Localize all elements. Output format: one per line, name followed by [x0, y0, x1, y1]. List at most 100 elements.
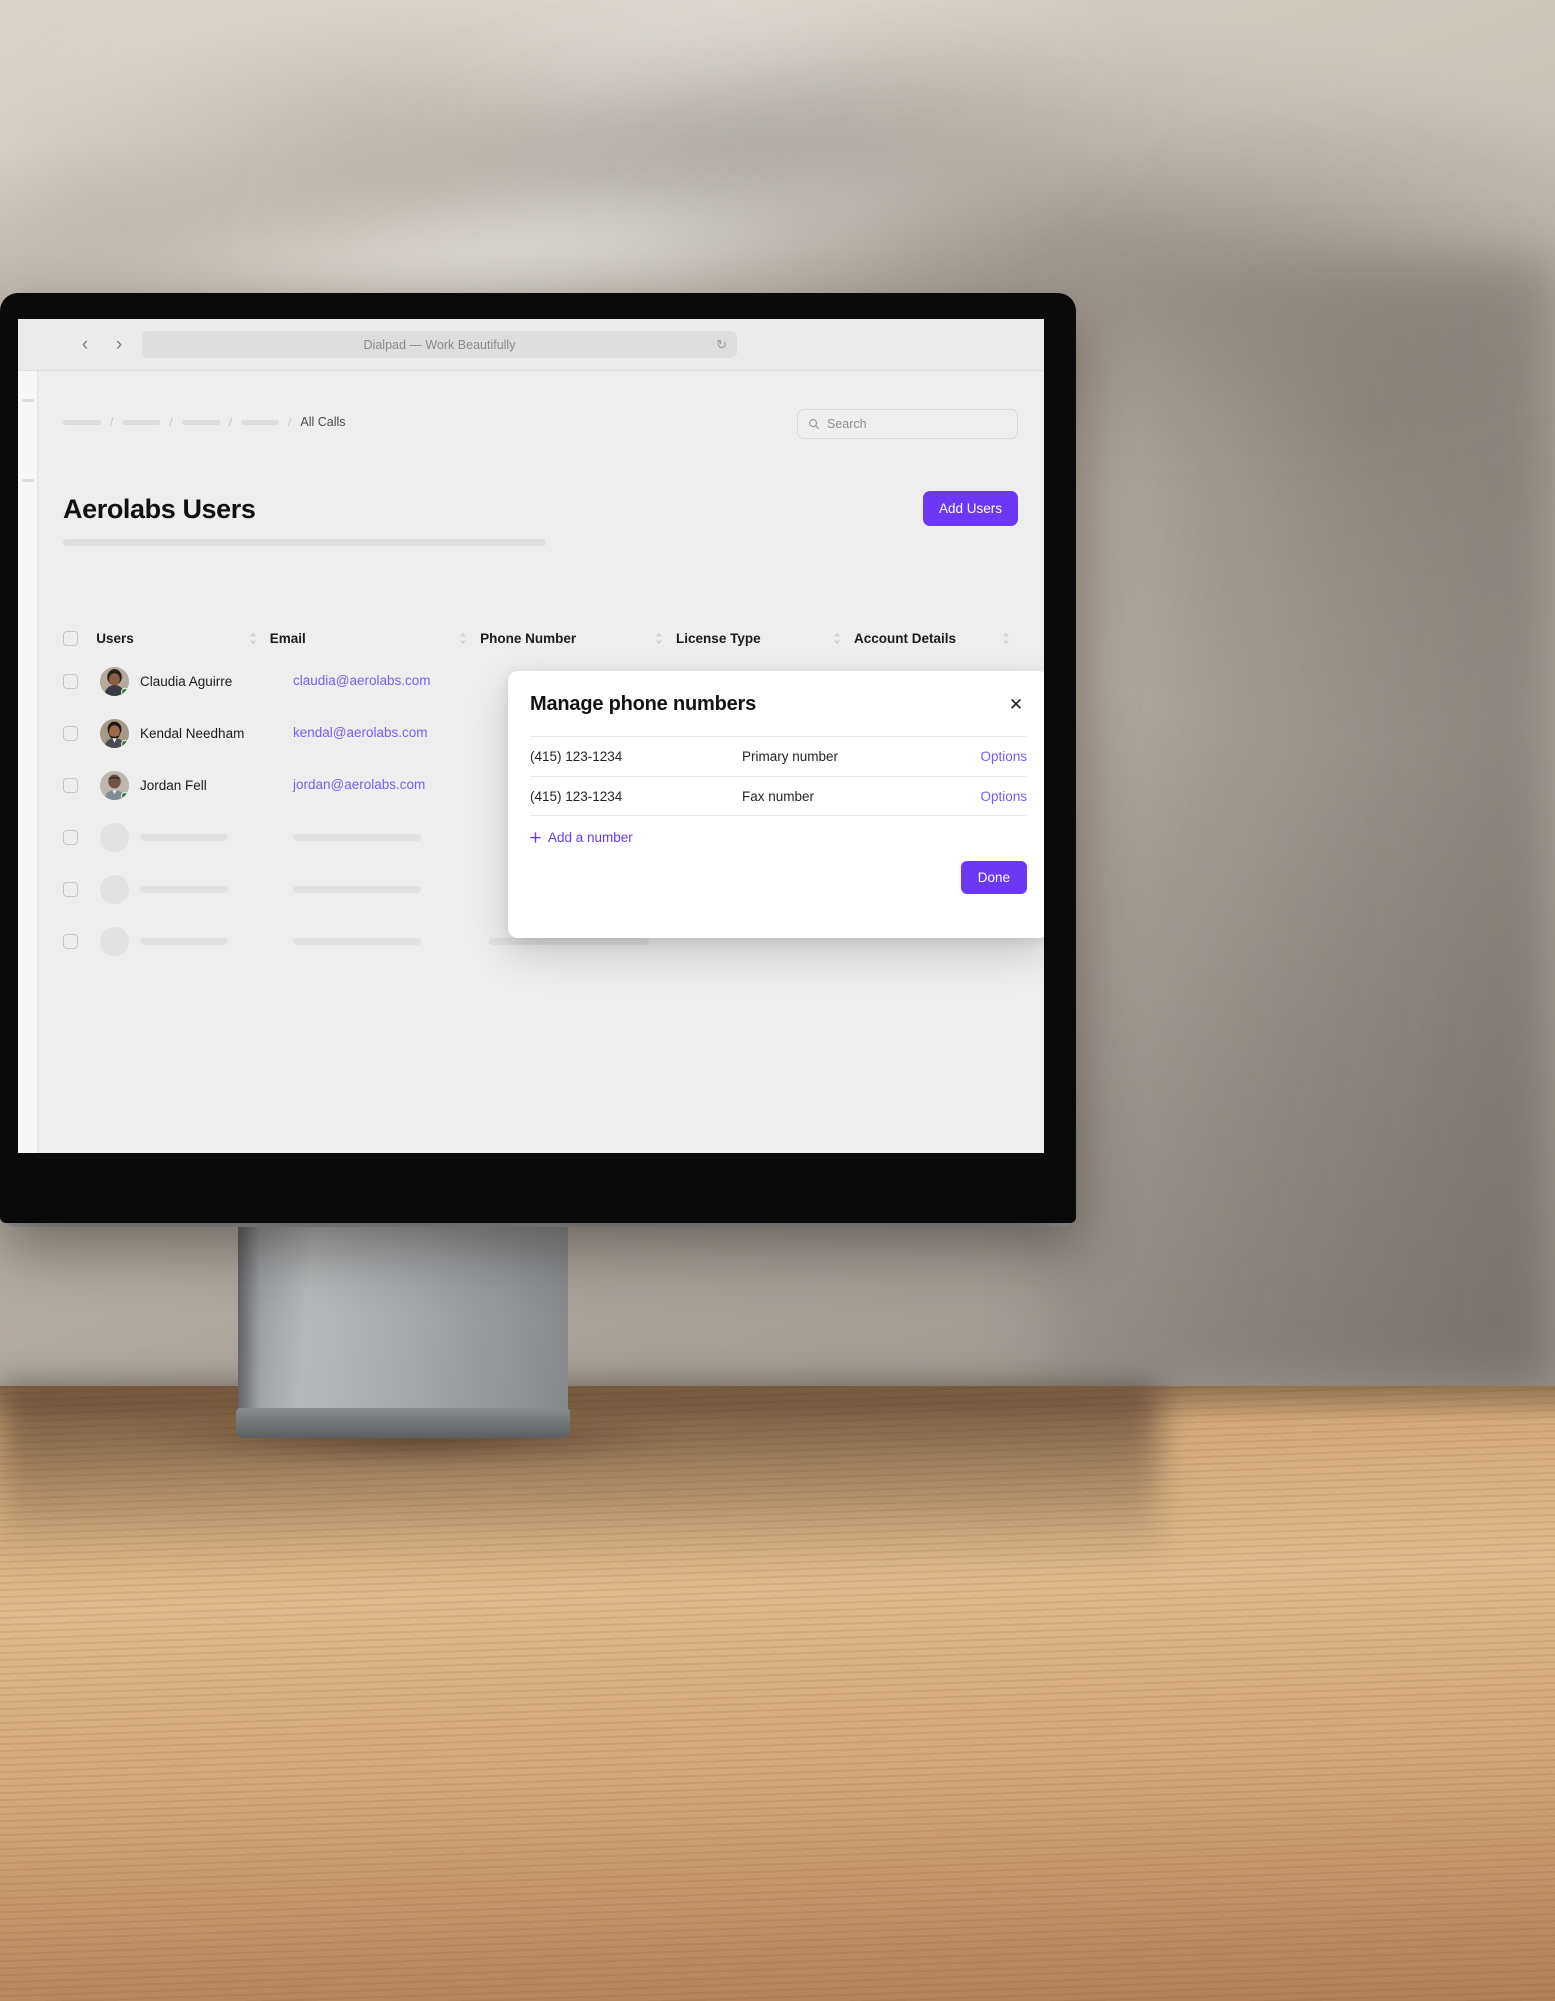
phone-number-row: (415) 123-1234 Fax number Options: [530, 776, 1027, 816]
row-select-cell: [63, 725, 100, 741]
app-sidebar-stub: [18, 371, 38, 1153]
users-page: / / / / All Calls Search Aerolabs Users …: [39, 371, 1044, 1153]
sort-icon: [249, 632, 256, 644]
breadcrumb-separator: /: [110, 415, 114, 429]
done-button[interactable]: Done: [960, 861, 1027, 894]
breadcrumb-separator: /: [228, 415, 233, 429]
row-select-cell: [63, 829, 100, 845]
email-link[interactable]: jordan@aerolabs.com: [293, 777, 425, 792]
row-checkbox[interactable]: [63, 673, 78, 689]
column-header-account-details[interactable]: Account Details: [854, 631, 989, 646]
skeleton-email-cell: [293, 833, 489, 841]
skeleton-email-cell: [293, 937, 489, 945]
stand-edge-shading: [238, 1227, 260, 1422]
user-cell: Jordan Fell: [100, 770, 255, 800]
sort-icon: [1002, 632, 1010, 644]
user-name: Jordan Fell: [140, 777, 207, 793]
avatar: [100, 718, 129, 748]
column-header-phone-number[interactable]: Phone Number: [480, 631, 642, 646]
phone-number-row: (415) 123-1234 Primary number Options: [530, 736, 1027, 776]
plus-icon: [530, 832, 541, 843]
page-subtitle-placeholder: [63, 539, 546, 546]
column-label: Account Details: [854, 630, 957, 646]
address-bar[interactable]: Dialpad — Work Beautifully ↻: [142, 331, 737, 358]
column-label: License Type: [676, 630, 761, 646]
skeleton-phone-cell: [489, 937, 669, 945]
browser-chrome: ‹ › Dialpad — Work Beautifully ↻: [18, 319, 1044, 371]
skeleton-bar: [489, 937, 649, 945]
sidebar-tick: [22, 399, 34, 402]
row-checkbox[interactable]: [63, 933, 78, 949]
select-all-checkbox[interactable]: [63, 630, 78, 646]
row-select-cell: [63, 881, 100, 897]
close-icon[interactable]: ✕: [1005, 694, 1027, 716]
row-select-cell: [63, 933, 100, 949]
row-checkbox[interactable]: [63, 829, 78, 845]
sidebar-tick: [22, 479, 34, 482]
wall-right-shading: [1035, 260, 1555, 1390]
phone-number-options-link[interactable]: Options: [980, 789, 1027, 804]
column-header-users[interactable]: Users: [96, 631, 235, 646]
monitor-stand-neck: [238, 1227, 568, 1422]
skeleton-email-cell: [293, 885, 489, 893]
breadcrumb-placeholder: [241, 419, 280, 425]
breadcrumb-current[interactable]: All Calls: [300, 415, 345, 429]
row-checkbox[interactable]: [63, 881, 78, 897]
page-title: Aerolabs Users: [63, 494, 256, 524]
sort-toggle-account-details[interactable]: [989, 632, 1023, 645]
skeleton-bar: [140, 833, 228, 841]
sort-toggle-email[interactable]: [446, 632, 480, 645]
manage-phone-numbers-modal: Manage phone numbers ✕ (415) 123-1234 Pr…: [508, 671, 1044, 938]
screen: ‹ › Dialpad — Work Beautifully ↻ / / / /…: [18, 319, 1044, 1153]
row-checkbox[interactable]: [63, 725, 78, 741]
skeleton-avatar: [100, 874, 129, 904]
row-checkbox[interactable]: [63, 777, 78, 793]
skeleton-avatar: [100, 926, 129, 956]
row-select-cell: [63, 673, 100, 689]
skeleton-bar: [293, 885, 421, 893]
sort-icon: [459, 632, 467, 644]
skeleton-user-cell: [100, 822, 255, 852]
sort-icon: [655, 632, 663, 644]
column-label: Phone Number: [480, 630, 577, 646]
breadcrumb-placeholder: [122, 419, 161, 425]
column-header-license-type[interactable]: License Type: [676, 631, 820, 646]
email-link[interactable]: kendal@aerolabs.com: [293, 725, 428, 740]
search-placeholder: Search: [827, 417, 867, 431]
breadcrumb: / / / / All Calls: [63, 415, 346, 429]
row-select-cell: [63, 777, 100, 793]
imac-monitor: ‹ › Dialpad — Work Beautifully ↻ / / / /…: [0, 293, 1076, 1223]
phone-number-value: (415) 123-1234: [530, 788, 623, 804]
phone-number-type: Primary number: [742, 749, 839, 764]
phone-number-value: (415) 123-1234: [530, 749, 623, 764]
chevron-right-icon[interactable]: ›: [106, 332, 132, 358]
status-dot-online: [121, 739, 129, 748]
sort-toggle-license-type[interactable]: [820, 632, 854, 645]
sort-icon: [833, 632, 841, 644]
sort-toggle-users[interactable]: [236, 632, 270, 645]
modal-title: Manage phone numbers: [530, 693, 757, 715]
user-cell: Claudia Aguirre: [100, 666, 255, 696]
sort-toggle-phone-number[interactable]: [642, 632, 676, 645]
search-input[interactable]: Search: [797, 409, 1018, 439]
skeleton-avatar: [100, 822, 129, 852]
add-users-button[interactable]: Add Users: [922, 491, 1018, 526]
phone-number-options-link[interactable]: Options: [980, 749, 1027, 764]
browser-nav-buttons: ‹ ›: [72, 332, 132, 358]
chevron-left-icon[interactable]: ‹: [72, 332, 98, 358]
breadcrumb-separator: /: [288, 415, 292, 429]
phone-number-type: Fax number: [742, 788, 815, 804]
email-link[interactable]: claudia@aerolabs.com: [293, 673, 431, 688]
skeleton-bar: [293, 937, 421, 945]
skeleton-bar: [293, 833, 421, 841]
avatar: [100, 770, 129, 800]
reload-icon[interactable]: ↻: [716, 337, 727, 353]
status-dot-online: [121, 791, 129, 800]
table-header-row: Users Email Phone Number License Type Ac…: [63, 621, 1023, 655]
email-cell: jordan@aerolabs.com: [293, 776, 489, 794]
add-a-number-button[interactable]: Add a number: [530, 830, 1027, 845]
column-header-email[interactable]: Email: [270, 631, 446, 646]
photo-scene: ‹ › Dialpad — Work Beautifully ↻ / / / /…: [0, 0, 1555, 2001]
monitor-stand-foot: [236, 1408, 570, 1438]
skeleton-user-cell: [100, 874, 255, 904]
